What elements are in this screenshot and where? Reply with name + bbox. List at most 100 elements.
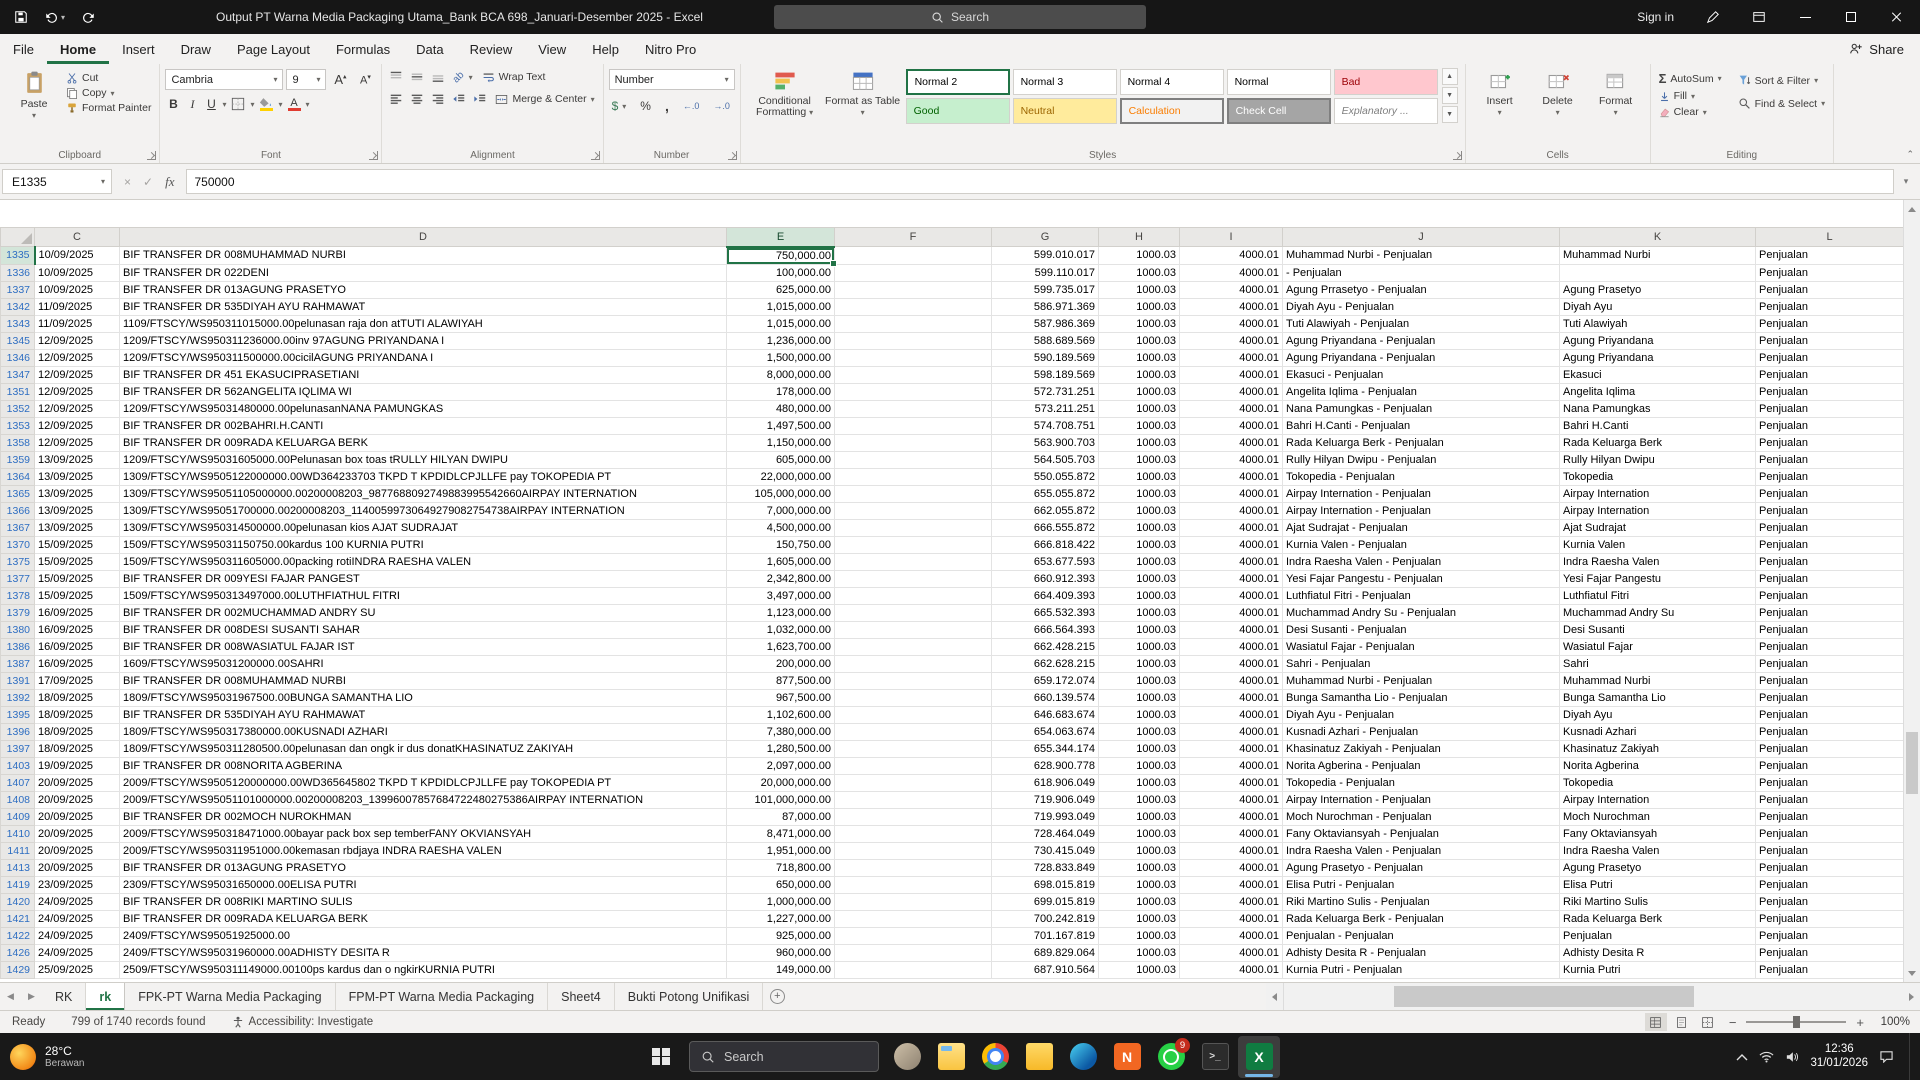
row-header-1429[interactable]: 1429 — [0, 960, 35, 979]
cell-L1409[interactable]: Penjualan — [1755, 808, 1904, 826]
cell-L1395[interactable]: Penjualan — [1755, 706, 1904, 724]
sort-filter-button[interactable]: Sort & Filter ▾ — [1735, 73, 1828, 88]
row-header-1345[interactable]: 1345 — [0, 331, 35, 350]
cell-C1397[interactable]: 18/09/2025 — [34, 740, 120, 758]
cell-K1386[interactable]: Wasiatul Fajar — [1559, 638, 1756, 656]
collapse-ribbon-icon[interactable]: ⌃ — [1906, 149, 1914, 160]
cell-F1358[interactable] — [834, 434, 992, 452]
cell-F1364[interactable] — [834, 468, 992, 486]
font-color-dropdown-icon[interactable]: ▾ — [306, 100, 310, 109]
cell-F1370[interactable] — [834, 536, 992, 554]
cell-G1377[interactable]: 660.912.393 — [991, 570, 1099, 588]
cell-G1345[interactable]: 588.689.569 — [991, 332, 1099, 350]
row-header-1413[interactable]: 1413 — [0, 858, 35, 877]
taskbar-terminal-icon[interactable]: >_ — [1194, 1036, 1236, 1078]
menu-tab-insert[interactable]: Insert — [109, 34, 168, 64]
cell-K1367[interactable]: Ajat Sudrajat — [1559, 519, 1756, 537]
cell-E1345[interactable]: 1,236,000.00 — [726, 332, 835, 350]
font-size-select[interactable]: 9 ▾ — [286, 69, 327, 90]
cell-K1347[interactable]: Ekasuci — [1559, 366, 1756, 384]
sheet-tab-sheet4[interactable]: Sheet4 — [548, 983, 615, 1010]
cell-style-normal-4[interactable]: Normal 4 — [1119, 69, 1224, 95]
cell-L1366[interactable]: Penjualan — [1755, 502, 1904, 520]
cell-H1343[interactable]: 1000.03 — [1098, 315, 1180, 333]
cell-F1336[interactable] — [834, 264, 992, 282]
cell-L1365[interactable]: Penjualan — [1755, 485, 1904, 503]
cell-F1343[interactable] — [834, 315, 992, 333]
cell-E1342[interactable]: 1,015,000.00 — [726, 298, 835, 316]
cell-C1346[interactable]: 12/09/2025 — [34, 349, 120, 367]
cell-C1337[interactable]: 10/09/2025 — [34, 281, 120, 299]
row-header-1347[interactable]: 1347 — [0, 365, 35, 384]
cell-I1395[interactable]: 4000.01 — [1179, 706, 1283, 724]
cell-D1413[interactable]: BIF TRANSFER DR 013AGUNG PRASETYO — [119, 859, 727, 877]
cell-D1410[interactable]: 2009/FTSCY/WS950318471000.00bayar pack b… — [119, 825, 727, 843]
alignment-dialog-launcher[interactable] — [590, 151, 600, 160]
ink-icon[interactable] — [1690, 0, 1736, 34]
borders-button[interactable] — [229, 96, 247, 112]
cell-C1345[interactable]: 12/09/2025 — [34, 332, 120, 350]
cell-K1413[interactable]: Agung Prasetyo — [1559, 859, 1756, 877]
cell-F1391[interactable] — [834, 672, 992, 690]
autosum-button[interactable]: Σ AutoSum ▾ — [1656, 70, 1725, 87]
menu-tab-data[interactable]: Data — [403, 34, 456, 64]
sheet-tab-bukti-potong-unifikasi[interactable]: Bukti Potong Unifikasi — [615, 983, 764, 1010]
cell-K1397[interactable]: Khasinatuz Zakiyah — [1559, 740, 1756, 758]
cell-G1407[interactable]: 618.906.049 — [991, 774, 1099, 792]
cell-L1370[interactable]: Penjualan — [1755, 536, 1904, 554]
cell-G1347[interactable]: 598.189.569 — [991, 366, 1099, 384]
cell-C1352[interactable]: 12/09/2025 — [34, 400, 120, 418]
menu-tab-formulas[interactable]: Formulas — [323, 34, 403, 64]
cell-J1351[interactable]: Angelita Iqlima - Penjualan — [1282, 383, 1560, 401]
undo-dropdown-icon[interactable]: ▾ — [61, 13, 65, 22]
cell-H1352[interactable]: 1000.03 — [1098, 400, 1180, 418]
cell-L1375[interactable]: Penjualan — [1755, 553, 1904, 571]
cell-K1366[interactable]: Airpay Internation — [1559, 502, 1756, 520]
cell-K1408[interactable]: Airpay Internation — [1559, 791, 1756, 809]
cell-H1395[interactable]: 1000.03 — [1098, 706, 1180, 724]
format-as-table-button[interactable]: Format as Table ▾ — [824, 67, 902, 124]
cell-L1407[interactable]: Penjualan — [1755, 774, 1904, 792]
cell-E1407[interactable]: 20,000,000.00 — [726, 774, 835, 792]
column-header-C[interactable]: C — [34, 227, 120, 247]
row-header-1409[interactable]: 1409 — [0, 807, 35, 826]
cell-L1408[interactable]: Penjualan — [1755, 791, 1904, 809]
cell-G1410[interactable]: 728.464.049 — [991, 825, 1099, 843]
cell-G1378[interactable]: 664.409.393 — [991, 587, 1099, 605]
zoom-level[interactable]: 100% — [1874, 1016, 1910, 1028]
cell-H1419[interactable]: 1000.03 — [1098, 876, 1180, 894]
percent-style-button[interactable]: % — [637, 98, 654, 114]
cell-F1352[interactable] — [834, 400, 992, 418]
cell-L1380[interactable]: Penjualan — [1755, 621, 1904, 639]
taskbar-edge-icon[interactable] — [1062, 1036, 1104, 1078]
comma-style-button[interactable]: , — [662, 97, 672, 115]
cell-G1421[interactable]: 700.242.819 — [991, 910, 1099, 928]
cell-L1397[interactable]: Penjualan — [1755, 740, 1904, 758]
cell-C1353[interactable]: 12/09/2025 — [34, 417, 120, 435]
fill-color-button[interactable] — [257, 96, 275, 112]
taskbar-chrome-icon[interactable] — [974, 1036, 1016, 1078]
row-header-1420[interactable]: 1420 — [0, 892, 35, 911]
sign-in-button[interactable]: Sign in — [1621, 10, 1690, 24]
cell-D1346[interactable]: 1209/FTSCY/WS950311500000.00cicilAGUNG P… — [119, 349, 727, 367]
cell-F1353[interactable] — [834, 417, 992, 435]
cell-F1337[interactable] — [834, 281, 992, 299]
cell-D1352[interactable]: 1209/FTSCY/WS95031480000.00pelunasanNANA… — [119, 400, 727, 418]
cell-L1377[interactable]: Penjualan — [1755, 570, 1904, 588]
cell-C1386[interactable]: 16/09/2025 — [34, 638, 120, 656]
cell-C1370[interactable]: 15/09/2025 — [34, 536, 120, 554]
cell-E1391[interactable]: 877,500.00 — [726, 672, 835, 690]
styles-scroll-down-icon[interactable]: ▼ — [1441, 87, 1458, 104]
cell-I1403[interactable]: 4000.01 — [1179, 757, 1283, 775]
cell-G1370[interactable]: 666.818.422 — [991, 536, 1099, 554]
cell-style-check-cell[interactable]: Check Cell — [1226, 98, 1331, 124]
cell-style-neutral[interactable]: Neutral — [1012, 98, 1117, 124]
cell-I1347[interactable]: 4000.01 — [1179, 366, 1283, 384]
zoom-in-button[interactable]: + — [1856, 1015, 1864, 1030]
cell-J1343[interactable]: Tuti Alawiyah - Penjualan — [1282, 315, 1560, 333]
cell-C1421[interactable]: 24/09/2025 — [34, 910, 120, 928]
taskbar-clock[interactable]: 12:36 31/01/2026 — [1810, 1043, 1868, 1070]
row-header-1335[interactable]: 1335 — [0, 246, 36, 265]
find-select-button[interactable]: Find & Select ▾ — [1735, 96, 1828, 111]
cell-D1367[interactable]: 1309/FTSCY/WS950314500000.00pelunasan ki… — [119, 519, 727, 537]
